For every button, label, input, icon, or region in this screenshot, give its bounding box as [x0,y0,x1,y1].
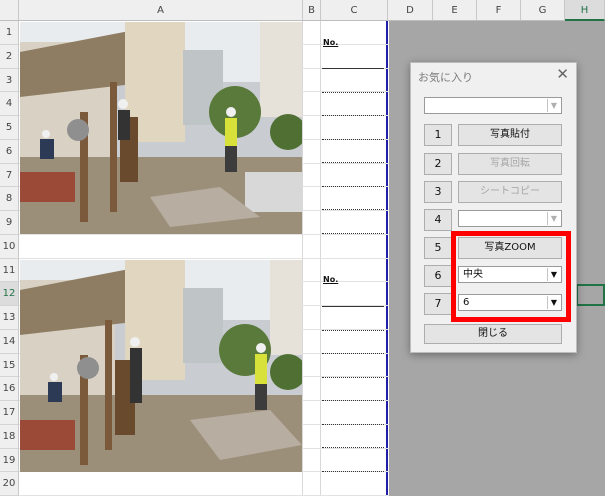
item-6-number-button[interactable]: 6 [424,265,452,287]
construction-site-photo-2[interactable] [20,260,302,472]
grid-row [19,235,389,259]
close-icon[interactable]: ✕ [556,65,569,83]
row-header-18[interactable]: 18 [0,425,19,449]
dotted-line [322,353,384,354]
paste-photo-button[interactable]: 写真貼付 [458,124,562,146]
row-header-15[interactable]: 15 [0,354,19,377]
item-5-number-button[interactable]: 5 [424,237,452,259]
photo-number-label: No. [323,275,339,284]
favorites-select[interactable]: ▼ [424,97,562,114]
photo-number-label: No. [323,38,339,47]
dotted-line [322,232,384,234]
close-button[interactable]: 閉じる [424,324,562,344]
dotted-line [322,423,384,425]
highlight-box [451,231,571,322]
row-header-11[interactable]: 11 [0,259,19,282]
row-header-17[interactable]: 17 [0,401,19,425]
row-header-2[interactable]: 2 [0,45,19,69]
column-header-g[interactable]: G [521,0,565,21]
dotted-line [322,470,384,472]
column-header-b[interactable]: B [303,0,321,21]
row-header-6[interactable]: 6 [0,140,19,164]
item-4-number-button[interactable]: 4 [424,209,452,231]
chevron-down-icon[interactable]: ▼ [547,212,560,225]
dotted-line [322,400,384,401]
item-1-number-button[interactable]: 1 [424,124,452,146]
column-header-c[interactable]: C [321,0,388,21]
row-header-4[interactable]: 4 [0,92,19,116]
chevron-down-icon[interactable]: ▼ [547,99,560,112]
row-header-5[interactable]: 5 [0,116,19,140]
row-header-13[interactable]: 13 [0,306,19,330]
construction-site-photo-1[interactable] [20,22,302,234]
grid-row [19,472,389,496]
row-header-14[interactable]: 14 [0,330,19,354]
row-header-16[interactable]: 16 [0,377,19,401]
dotted-line [322,162,384,163]
dotted-line [322,115,384,116]
select-all-corner[interactable] [0,0,19,21]
dotted-line [322,447,384,448]
column-header-a[interactable]: A [19,0,303,21]
row-header-1[interactable]: 1 [0,21,19,45]
row-header-19[interactable]: 19 [0,449,19,472]
dialog-title: お気に入り [418,71,473,84]
dotted-line [322,209,384,210]
dotted-line [322,329,384,331]
dotted-line [322,138,384,140]
row-header-9[interactable]: 9 [0,211,19,235]
row-header-12[interactable]: 12 [0,282,19,306]
row-header-20[interactable]: 20 [0,472,19,496]
column-header-e[interactable]: E [433,0,477,21]
underline [322,306,384,307]
row-header-3[interactable]: 3 [0,69,19,92]
underline [322,68,384,69]
dotted-line [322,91,384,93]
item-2-number-button[interactable]: 2 [424,153,452,175]
dotted-line [322,185,384,187]
column-header-f[interactable]: F [477,0,521,21]
active-cell-h12[interactable] [576,284,605,306]
item-7-number-button[interactable]: 7 [424,293,452,315]
item-3-number-button[interactable]: 3 [424,181,452,203]
row-header-10[interactable]: 10 [0,235,19,259]
rotate-photo-button[interactable]: 写真回転 [458,153,562,175]
item-4-select[interactable]: ▼ [458,210,562,227]
dotted-line [322,376,384,378]
row-header-8[interactable]: 8 [0,187,19,211]
sheet-copy-button[interactable]: シートコピー [458,181,562,203]
row-header-7[interactable]: 7 [0,164,19,187]
column-header-h[interactable]: H [565,0,605,21]
column-header-d[interactable]: D [388,0,433,21]
